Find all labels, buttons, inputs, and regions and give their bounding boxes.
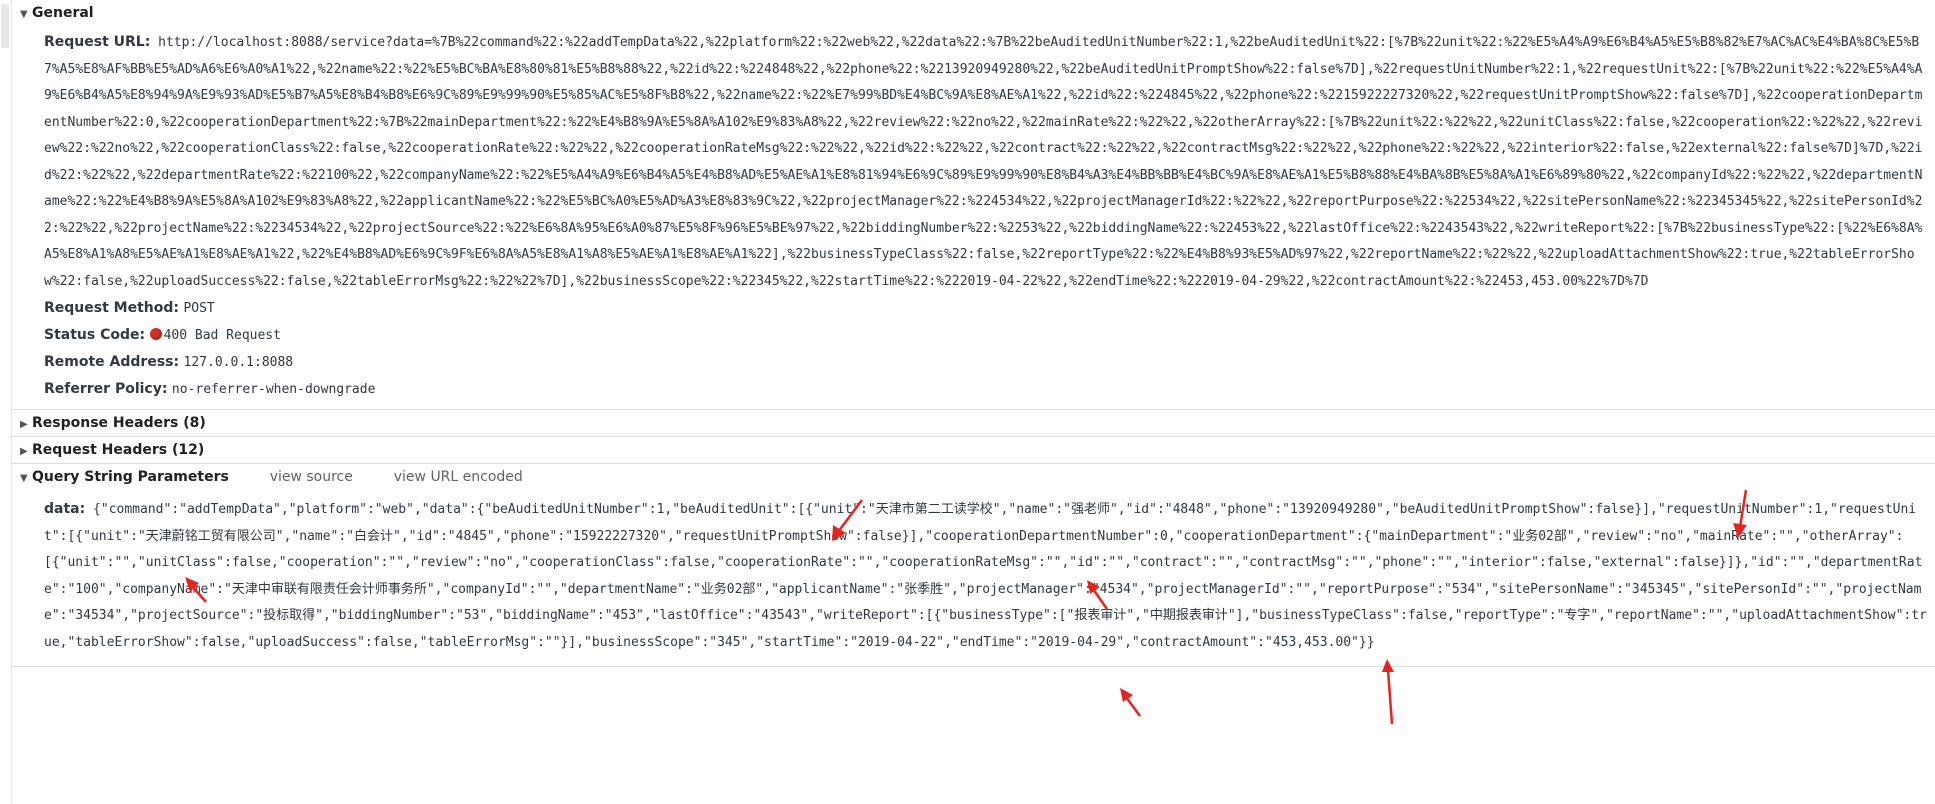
gutter-scroll-thumb[interactable] [1,4,9,48]
general-title: General [32,5,94,21]
query-string-title: Query String Parameters [32,469,229,485]
status-error-dot-icon [149,328,162,340]
general-section-body: Request URL: http://localhost:8088/servi… [12,26,1935,409]
expand-triangle-icon: ▼ [20,9,28,20]
annotation-arrow [1120,688,1142,717]
view-url-encoded-link[interactable]: view URL encoded [394,469,523,485]
remote-address-label: Remote Address: [44,354,180,370]
remote-address-value: 127.0.0.1:8088 [183,355,294,370]
status-code-row: Status Code: 400 Bad Request [44,322,1935,349]
request-url-value: http://localhost:8088/service?data=%7B%2… [44,35,1923,289]
left-gutter [0,0,12,804]
request-headers-section-header[interactable]: ▶ Request Headers (12) [12,437,1935,463]
request-method-label: Request Method: [44,300,179,316]
collapse-triangle-icon: ▶ [20,446,28,457]
remote-address-row: Remote Address: 127.0.0.1:8088 [44,349,1935,376]
request-url-row: Request URL: http://localhost:8088/servi… [44,29,1935,295]
view-source-link[interactable]: view source [270,469,353,485]
request-headers-title: Request Headers (12) [32,442,205,458]
query-param-value: {"command":"addTempData","platform":"web… [44,502,1927,650]
query-param-name: data: [44,501,86,517]
headers-panel: ▼ General Request URL: http://localhost:8… [12,0,1935,667]
section-divider [12,666,1935,667]
annotation-arrow [1382,659,1394,725]
expand-triangle-icon: ▼ [20,473,28,484]
response-headers-title: Response Headers (8) [32,415,206,431]
query-string-section-header[interactable]: ▼ Query String Parameters view source vie… [12,464,1935,490]
general-section-header[interactable]: ▼ General [12,0,1935,26]
response-headers-section-header[interactable]: ▶ Response Headers (8) [12,410,1935,436]
referrer-policy-value: no-referrer-when-downgrade [171,382,376,397]
status-code-label: Status Code: [44,327,146,343]
referrer-policy-label: Referrer Policy: [44,381,168,397]
query-param-row: data: {"command":"addTempData","platform… [12,490,1935,656]
request-method-row: Request Method: POST [44,295,1935,322]
status-code-value: 400 Bad Request [163,328,281,343]
request-url-label: Request URL: [44,34,151,50]
collapse-triangle-icon: ▶ [20,419,28,430]
request-method-value: POST [183,301,215,316]
referrer-policy-row: Referrer Policy: no-referrer-when-downgr… [44,376,1935,403]
